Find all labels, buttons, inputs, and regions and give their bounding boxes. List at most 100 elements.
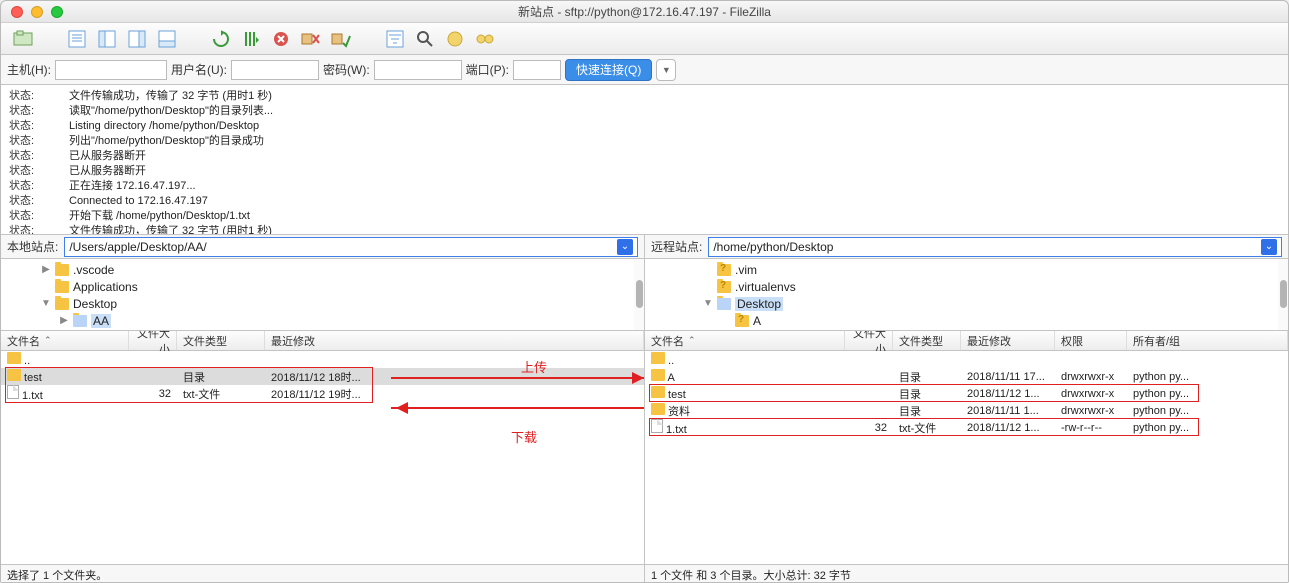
- remote-tree[interactable]: .vim.virtualenvs▼Desktop A: [645, 259, 1288, 331]
- col-size[interactable]: 文件大小: [129, 331, 177, 350]
- scrollbar[interactable]: [1278, 259, 1288, 330]
- log-label: 状态:: [9, 89, 45, 104]
- tree-item[interactable]: .virtualenvs: [649, 278, 1284, 295]
- cell-type: 目录: [177, 369, 265, 385]
- folder-icon: [717, 281, 731, 293]
- tree-item[interactable]: Applications: [5, 278, 640, 295]
- remote-path-input[interactable]: /home/python/Desktop ⌄: [708, 237, 1282, 257]
- scrollbar-thumb[interactable]: [1280, 280, 1287, 308]
- disclosure-icon[interactable]: ▶: [59, 315, 69, 326]
- cell-name: test: [645, 386, 845, 401]
- window-controls: [1, 6, 63, 18]
- disclosure-icon[interactable]: ▼: [703, 298, 713, 309]
- local-tree[interactable]: ▶ .vscodeApplications▼Desktop▶AA: [1, 259, 644, 331]
- tree-item-label: A: [753, 314, 761, 328]
- message-log[interactable]: 状态:文件传输成功，传输了 32 字节 (用时1 秒)状态:读取"/home/p…: [1, 85, 1288, 235]
- cell-owner: python py...: [1127, 388, 1288, 400]
- tree-item[interactable]: ▶ .vscode: [5, 261, 640, 278]
- list-row[interactable]: 1.txt32txt-文件2018/11/12 19时...: [1, 385, 644, 402]
- cell-modified: 2018/11/11 17...: [961, 371, 1055, 383]
- scrollbar[interactable]: [634, 259, 644, 330]
- minimize-window-button[interactable]: [31, 6, 43, 18]
- sync-browsing-button[interactable]: [473, 27, 497, 51]
- col-owner[interactable]: 所有者/组: [1127, 331, 1288, 350]
- remote-file-list[interactable]: .. A目录2018/11/11 17...drwxrwxr-xpython p…: [645, 351, 1288, 564]
- reconnect-button[interactable]: [329, 27, 353, 51]
- cell-owner: python py...: [1127, 405, 1288, 417]
- disclosure-icon[interactable]: ▶: [41, 264, 51, 275]
- port-input[interactable]: [513, 60, 561, 80]
- chevron-down-icon: ▼: [662, 65, 671, 75]
- filter-button[interactable]: [383, 27, 407, 51]
- list-row[interactable]: test目录2018/11/12 1...drwxrwxr-xpython py…: [645, 385, 1288, 402]
- folder-icon: [717, 264, 731, 276]
- maximize-window-button[interactable]: [51, 6, 63, 18]
- quickconnect-dropdown[interactable]: ▼: [656, 59, 676, 81]
- refresh-button[interactable]: [209, 27, 233, 51]
- tree-item-label: .vscode: [73, 263, 114, 277]
- list-row[interactable]: 资料目录2018/11/11 1...drwxrwxr-xpython py..…: [645, 402, 1288, 419]
- toggle-queue-button[interactable]: [155, 27, 179, 51]
- list-row[interactable]: 1.txt32txt-文件2018/11/12 1...-rw-r--r--py…: [645, 419, 1288, 436]
- log-message: Connected to 172.16.47.197: [69, 194, 208, 209]
- col-type[interactable]: 文件类型: [177, 331, 265, 350]
- toggle-local-tree-button[interactable]: [95, 27, 119, 51]
- tree-item[interactable]: ▼Desktop: [5, 295, 640, 312]
- toggle-remote-tree-button[interactable]: [125, 27, 149, 51]
- disclosure-icon[interactable]: ▼: [41, 298, 51, 309]
- log-message: 文件传输成功，传输了 32 字节 (用时1 秒): [69, 89, 272, 104]
- col-modified[interactable]: 最近修改: [961, 331, 1055, 350]
- search-button[interactable]: [413, 27, 437, 51]
- cancel-button[interactable]: [269, 27, 293, 51]
- col-modified[interactable]: 最近修改: [265, 331, 644, 350]
- log-label: 状态:: [9, 134, 45, 149]
- cell-modified: 2018/11/12 19时...: [265, 386, 644, 402]
- cell-name: 1.txt: [1, 385, 129, 402]
- log-label: 状态:: [9, 179, 45, 194]
- log-label: 状态:: [9, 224, 45, 235]
- cell-modified: 2018/11/12 1...: [961, 388, 1055, 400]
- password-input[interactable]: [374, 60, 462, 80]
- host-label: 主机(H):: [7, 61, 51, 78]
- process-queue-button[interactable]: [239, 27, 263, 51]
- port-label: 端口(P):: [466, 61, 509, 78]
- close-window-button[interactable]: [11, 6, 23, 18]
- folder-icon: [651, 403, 665, 415]
- col-name[interactable]: 文件名: [1, 331, 129, 350]
- titlebar: 新站点 - sftp://python@172.16.47.197 - File…: [1, 1, 1288, 23]
- col-type[interactable]: 文件类型: [893, 331, 961, 350]
- user-label: 用户名(U):: [171, 61, 227, 78]
- list-row[interactable]: test目录2018/11/12 18时...: [1, 368, 644, 385]
- tree-item[interactable]: .vim: [649, 261, 1284, 278]
- list-row[interactable]: ..: [645, 351, 1288, 368]
- host-input[interactable]: [55, 60, 167, 80]
- tree-item[interactable]: A: [649, 312, 1284, 329]
- folder-icon: [651, 369, 665, 381]
- quickconnect-button[interactable]: 快速连接(Q): [565, 59, 652, 81]
- col-name[interactable]: 文件名: [645, 331, 845, 350]
- tree-item[interactable]: ▶AA: [5, 312, 640, 329]
- toggle-log-button[interactable]: [65, 27, 89, 51]
- col-size[interactable]: 文件大小: [845, 331, 893, 350]
- compare-button[interactable]: [443, 27, 467, 51]
- local-status: 选择了 1 个文件夹。: [1, 565, 644, 582]
- username-input[interactable]: [231, 60, 319, 80]
- file-panes: ▶.vscodeApplications▼Desktop▶AA 文件名 文件大小…: [1, 259, 1288, 564]
- folder-icon: [7, 352, 21, 364]
- local-file-list[interactable]: .. test目录2018/11/12 18时... 1.txt32txt-文件…: [1, 351, 644, 564]
- site-path-bar: 本地站点: /Users/apple/Desktop/AA/ ⌄ 远程站点: /…: [1, 235, 1288, 259]
- local-path-input[interactable]: /Users/apple/Desktop/AA/ ⌄: [64, 237, 638, 257]
- list-row[interactable]: ..: [1, 351, 644, 368]
- col-permissions[interactable]: 权限: [1055, 331, 1127, 350]
- cell-type: 目录: [893, 369, 961, 385]
- cell-name: 资料: [645, 403, 845, 419]
- folder-icon: [55, 298, 69, 310]
- remote-site-label: 远程站点:: [651, 238, 702, 255]
- disconnect-button[interactable]: [299, 27, 323, 51]
- scrollbar-thumb[interactable]: [636, 280, 643, 308]
- tree-item-label: .vim: [735, 263, 757, 277]
- tree-item[interactable]: ▼Desktop: [649, 295, 1284, 312]
- site-manager-button[interactable]: [11, 27, 35, 51]
- list-row[interactable]: A目录2018/11/11 17...drwxrwxr-xpython py..…: [645, 368, 1288, 385]
- local-list-header: 文件名 文件大小 文件类型 最近修改: [1, 331, 644, 351]
